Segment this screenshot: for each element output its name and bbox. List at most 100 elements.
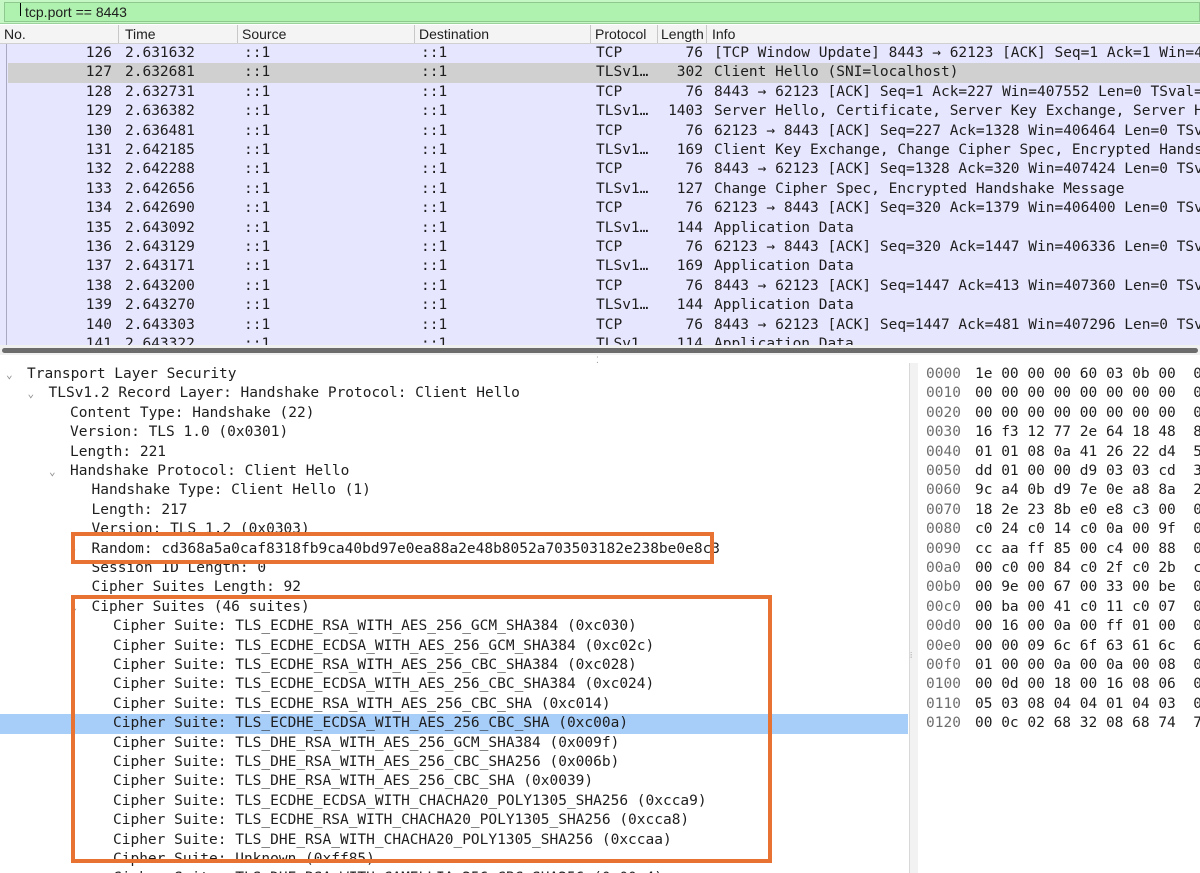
hex-row[interactable]: 00d0 00 16 00 0a 00 ff 01 00 00 bbox=[918, 617, 1200, 636]
detail-tree-item[interactable]: Cipher Suite: TLS_DHE_RSA_WITH_AES_256_C… bbox=[0, 753, 908, 772]
packet-row[interactable]: 126 2.631632::1::1 TCP 76 [TCP Window Update… bbox=[8, 44, 1200, 63]
display-filter-input[interactable]: tcp.port == 8443 bbox=[4, 2, 1200, 22]
detail-tree-item[interactable]: Handshake Type: Client Hello (1) bbox=[0, 481, 908, 500]
pane-splitter[interactable] bbox=[909, 363, 918, 873]
column-header-source[interactable]: Source bbox=[242, 26, 412, 42]
column-divider[interactable] bbox=[657, 25, 658, 43]
hex-row[interactable]: 0030 16 f3 12 77 2e 64 18 48 80 bbox=[918, 423, 1200, 442]
detail-tree-item[interactable]: Cipher Suite: TLS_ECDHE_ECDSA_WITH_AES_2… bbox=[0, 675, 908, 694]
packet-number: 136 bbox=[85, 239, 112, 255]
detail-tree-item[interactable]: Cipher Suite: TLS_ECDHE_ECDSA_WITH_AES_2… bbox=[0, 714, 908, 734]
column-header-destination[interactable]: Destination bbox=[419, 26, 589, 42]
hex-row[interactable]: 0060 9c a4 0b d9 7e 0e a8 8a 2e bbox=[918, 481, 1200, 500]
hex-row[interactable]: 00f0 01 00 00 0a 00 0a 00 08 00 bbox=[918, 656, 1200, 675]
detail-tree-item[interactable]: Cipher Suite: TLS_ECDHE_RSA_WITH_AES_256… bbox=[0, 656, 908, 675]
hex-row[interactable]: 00c0 00 ba 00 41 c0 11 c0 07 00 bbox=[918, 598, 1200, 617]
hex-row[interactable]: 0120 00 0c 02 68 32 08 68 74 74 bbox=[918, 714, 1200, 733]
packet-row[interactable]: 132 2.642288::1::1 TCP 76 8443 → 62123 [ACK]… bbox=[8, 160, 1200, 179]
packet-row[interactable]: 139 2.643270::1::1 TLSv1… 144 Application Da… bbox=[8, 296, 1200, 315]
packet-time: 2.642690 bbox=[125, 200, 195, 217]
scrollbar-thumb[interactable] bbox=[2, 348, 1198, 353]
chevron-down-icon[interactable]: ⌄ bbox=[49, 462, 61, 481]
column-header-time[interactable]: Time bbox=[125, 26, 235, 42]
packet-info: Application Data bbox=[714, 258, 854, 275]
hex-row[interactable]: 00a0 00 c0 00 84 c0 2f c0 2b c0 bbox=[918, 559, 1200, 578]
packet-details-pane[interactable]: ⌄ Transport Layer Security ⌄ TLSv1.2 Record… bbox=[0, 363, 908, 873]
packet-destination: ::1 bbox=[421, 142, 448, 158]
detail-tree-item[interactable]: Version: TLS 1.0 (0x0301) bbox=[0, 423, 908, 442]
column-divider[interactable] bbox=[118, 25, 119, 43]
detail-tree-item[interactable]: Length: 221 bbox=[0, 443, 908, 462]
splitter-grip-icon[interactable]: ⁞ bbox=[910, 651, 917, 660]
detail-tree-item[interactable]: Length: 217 bbox=[0, 501, 908, 520]
detail-tree-item[interactable]: ⌄ TLSv1.2 Record Layer: Handshake Protoco… bbox=[0, 384, 908, 403]
packet-row[interactable]: 135 2.643092::1::1 TLSv1… 144 Application Da… bbox=[8, 219, 1200, 238]
column-header-protocol[interactable]: Protocol bbox=[595, 26, 657, 42]
packet-time: 2.643270 bbox=[125, 297, 195, 314]
hex-row[interactable]: 0080 c0 24 c0 14 c0 0a 00 9f 00 bbox=[918, 520, 1200, 539]
hex-row[interactable]: 0070 18 2e 23 8b e0 e8 c3 00 00 bbox=[918, 501, 1200, 520]
detail-tree-item[interactable]: ⌄ Handshake Protocol: Client Hello bbox=[0, 462, 908, 481]
detail-tree-item[interactable]: Version: TLS 1.2 (0x0303) bbox=[0, 520, 908, 539]
column-header-no[interactable]: No. bbox=[4, 26, 104, 42]
detail-tree-item[interactable]: Cipher Suite: TLS_ECDHE_ECDSA_WITH_AES_2… bbox=[0, 637, 908, 656]
hex-row[interactable]: 0000 1e 00 00 00 60 03 0b 00 01 bbox=[918, 365, 1200, 384]
hex-row[interactable]: 0010 00 00 00 00 00 00 00 00 00 bbox=[918, 384, 1200, 403]
hex-row[interactable]: 0110 05 03 08 04 04 01 04 03 02 bbox=[918, 695, 1200, 714]
packet-row[interactable]: 130 2.636481::1::1 TCP 76 62123 → 8443 [ACK]… bbox=[8, 122, 1200, 141]
column-divider[interactable] bbox=[237, 25, 238, 43]
column-header-info[interactable]: Info bbox=[712, 26, 1192, 42]
hex-bytes: 9c a4 0b d9 7e 0e a8 8a 2e bbox=[975, 482, 1200, 499]
hex-row[interactable]: 0100 00 0d 00 18 00 16 08 06 06 bbox=[918, 675, 1200, 694]
detail-tree-item[interactable]: Cipher Suite: TLS_ECDHE_RSA_WITH_AES_256… bbox=[0, 617, 908, 636]
packet-list-scrollbar[interactable] bbox=[0, 345, 1200, 355]
packet-row[interactable]: 138 2.643200::1::1 TCP 76 8443 → 62123 [ACK]… bbox=[8, 277, 1200, 296]
hex-row[interactable]: 0020 00 00 00 00 00 00 00 00 00 bbox=[918, 404, 1200, 423]
column-header-length[interactable]: Length bbox=[661, 26, 703, 42]
packet-row[interactable]: 136 2.643129::1::1 TCP 76 62123 → 8443 [ACK]… bbox=[8, 238, 1200, 257]
hex-row[interactable]: 00b0 00 9e 00 67 00 33 00 be 00 bbox=[918, 578, 1200, 597]
hex-offset: 0070 bbox=[926, 501, 961, 518]
detail-tree-item[interactable]: Cipher Suite: TLS_DHE_RSA_WITH_CAMELLIA_… bbox=[0, 869, 908, 873]
detail-tree-item[interactable]: ⌄ Cipher Suites (46 suites) bbox=[0, 598, 908, 617]
packet-row[interactable]: 128 2.632731::1::1 TCP 76 8443 → 62123 [ACK]… bbox=[8, 83, 1200, 102]
packet-bytes-pane[interactable]: 0000 1e 00 00 00 60 03 0b 00 01 0010 00 00 … bbox=[918, 363, 1200, 873]
detail-tree-item[interactable]: Content Type: Handshake (22) bbox=[0, 404, 908, 423]
detail-tree-item[interactable]: ⌄ Transport Layer Security bbox=[0, 365, 908, 384]
detail-tree-label: Cipher Suite: Unknown (0xff85) bbox=[113, 851, 375, 867]
chevron-down-icon[interactable]: ⌄ bbox=[71, 598, 83, 617]
detail-tree-item[interactable]: › Random: cd368a5a0caf8318fb9ca40bd97e0ea… bbox=[0, 540, 908, 559]
packet-row[interactable]: 133 2.642656::1::1 TLSv1… 127 Change Cipher … bbox=[8, 180, 1200, 199]
hex-row[interactable]: 0090 cc aa ff 85 00 c4 00 88 00 bbox=[918, 540, 1200, 559]
packet-row[interactable]: 140 2.643303::1::1 TCP 76 8443 → 62123 [ACK]… bbox=[8, 316, 1200, 335]
detail-tree-item[interactable]: Cipher Suite: TLS_ECDHE_ECDSA_WITH_CHACH… bbox=[0, 792, 908, 811]
detail-tree-item[interactable]: Cipher Suite: TLS_DHE_RSA_WITH_CHACHA20_… bbox=[0, 831, 908, 850]
column-divider[interactable] bbox=[706, 25, 707, 43]
hex-row[interactable]: 0050 dd 01 00 00 d9 03 03 cd 36 bbox=[918, 462, 1200, 481]
column-divider[interactable] bbox=[590, 25, 591, 43]
chevron-down-icon[interactable]: ⌄ bbox=[28, 384, 40, 403]
packet-info: Application Data bbox=[714, 297, 854, 314]
chevron-down-icon[interactable]: ⌄ bbox=[6, 365, 18, 384]
detail-tree-item[interactable]: Session ID Length: 0 bbox=[0, 559, 908, 578]
packet-list[interactable]: 126 2.631632::1::1 TCP 76 [TCP Window Update… bbox=[0, 44, 1200, 350]
detail-tree-item[interactable]: Cipher Suite: TLS_DHE_RSA_WITH_AES_256_C… bbox=[0, 772, 908, 791]
hex-row[interactable]: 00e0 00 00 09 6c 6f 63 61 6c 68 bbox=[918, 637, 1200, 656]
packet-destination: ::1 bbox=[421, 122, 448, 139]
chevron-right-icon[interactable]: › bbox=[71, 540, 83, 559]
packet-row[interactable]: 137 2.643171::1::1 TLSv1… 169 Application Da… bbox=[8, 257, 1200, 276]
detail-tree-item[interactable]: Cipher Suite: TLS_ECDHE_RSA_WITH_AES_256… bbox=[0, 695, 908, 714]
detail-tree-item[interactable]: Cipher Suite: TLS_ECDHE_RSA_WITH_CHACHA2… bbox=[0, 811, 908, 830]
hex-offset: 00c0 bbox=[926, 598, 961, 615]
packet-row[interactable]: 129 2.636382::1::1 TLSv1… 1403 Server Hello,… bbox=[8, 102, 1200, 121]
column-divider[interactable] bbox=[414, 25, 415, 43]
detail-tree-item[interactable]: Cipher Suites Length: 92 bbox=[0, 578, 908, 597]
hex-row[interactable]: 0040 01 01 08 0a 41 26 22 d4 5c bbox=[918, 443, 1200, 462]
packet-row[interactable]: 131 2.642185::1::1 TLSv1… 169 Client Key Exc… bbox=[8, 141, 1200, 160]
packet-destination: ::1 bbox=[421, 277, 448, 294]
packet-row[interactable]: 127 2.632681::1::1 TLSv1… 302 Client Hello (… bbox=[8, 63, 1200, 83]
packet-row[interactable]: 134 2.642690::1::1 TCP 76 62123 → 8443 [ACK]… bbox=[8, 199, 1200, 218]
packet-number: 127 bbox=[85, 64, 112, 81]
detail-tree-item[interactable]: Cipher Suite: TLS_DHE_RSA_WITH_AES_256_G… bbox=[0, 734, 908, 753]
detail-tree-item[interactable]: Cipher Suite: Unknown (0xff85) bbox=[0, 850, 908, 869]
